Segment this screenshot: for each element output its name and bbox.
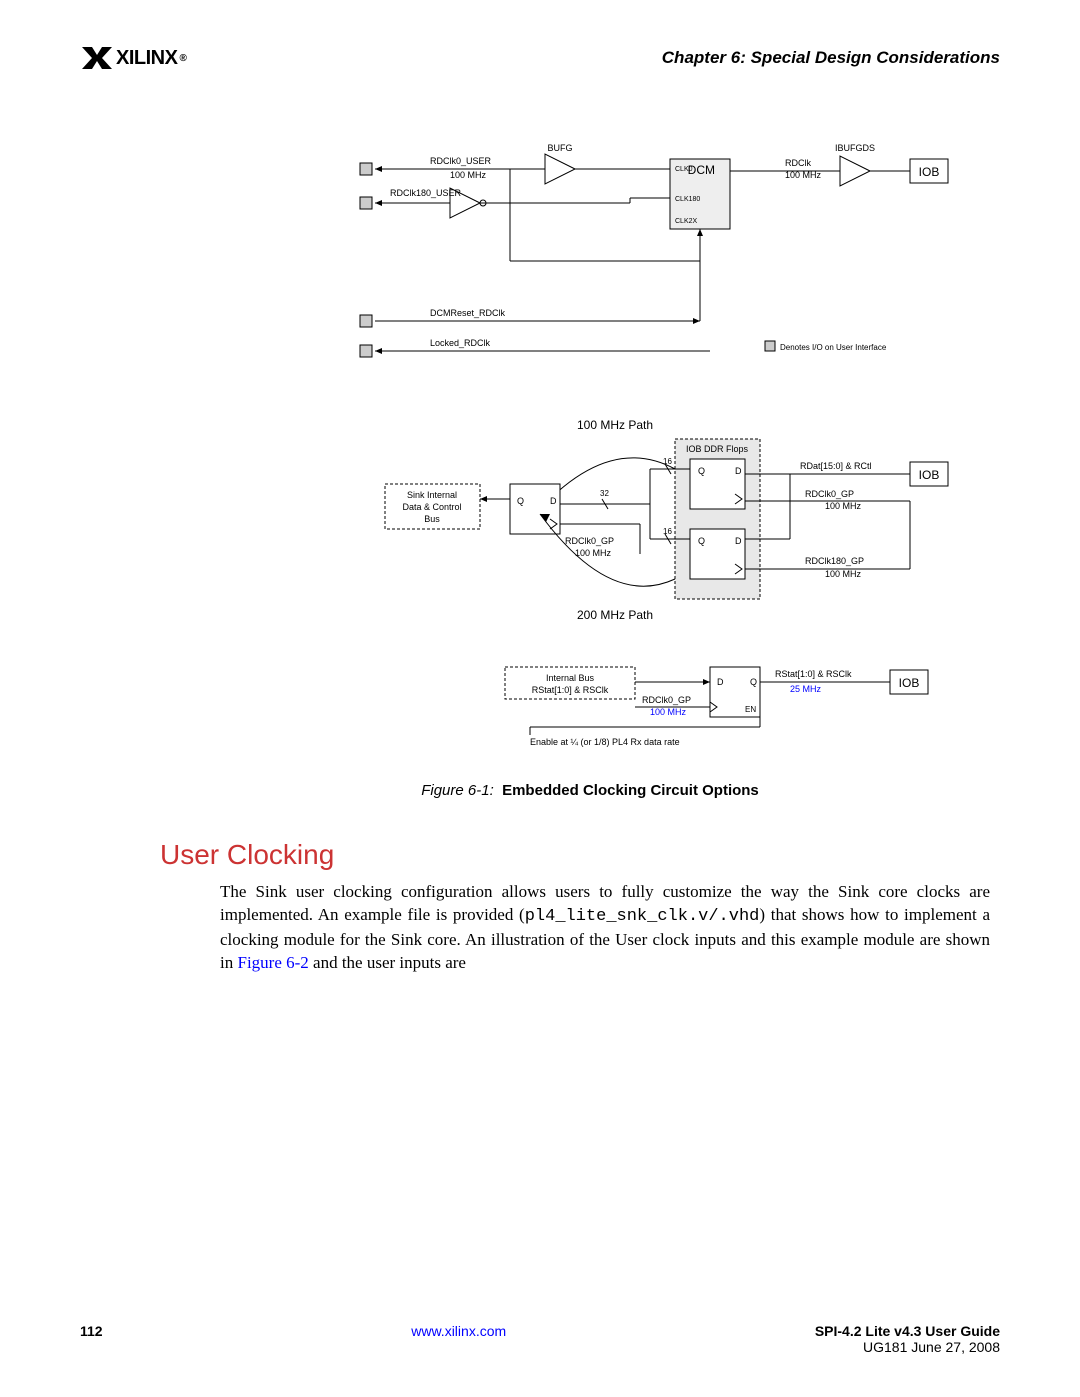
freq100-b: 100 MHz [650,707,687,717]
d-label-3: D [550,496,557,506]
q-label-2: Q [698,536,705,546]
sink-line2: Data & Control [402,502,461,512]
freq25: 25 MHz [790,684,822,694]
registered-mark: ® [179,53,186,64]
n32: 32 [600,489,609,498]
clk2x-label: CLK2X [675,218,698,225]
freq100-3: 100 MHz [575,548,612,558]
iob-label-2: IOB [919,468,940,482]
freq100-2: 100 MHz [825,569,862,579]
figure-diagram-3: Internal Bus RStat[1:0] & RSClk D Q EN R… [180,657,1000,762]
internal-l2: RStat[1:0] & RSClk [532,685,609,695]
rdclk180-user: RDClk180_USER [390,188,462,198]
iob-label-3: IOB [899,676,920,690]
q-label-1: Q [698,466,705,476]
figure-label: Figure 6-1: [421,782,494,799]
footer-url[interactable]: www.xilinx.com [411,1323,506,1339]
ibufgds-label: IBUFGDS [835,143,875,153]
body-text-3: and the user inputs are [309,953,466,972]
n16-1: 16 [663,457,672,466]
rdclk0gp-2: RDClk0_GP [565,536,614,546]
d-label-4: D [717,677,724,687]
body-paragraph: The Sink user clocking configuration all… [220,881,990,975]
n16-2: 16 [663,527,672,536]
en-label: EN [745,705,756,714]
page-footer: 112 www.xilinx.com SPI-4.2 Lite v4.3 Use… [80,1323,1000,1355]
chapter-title: Chapter 6: Special Design Considerations [662,48,1000,68]
internal-l1: Internal Bus [546,673,595,683]
bufg-label: BUFG [547,143,572,153]
q-label-3: Q [517,496,524,506]
path200-label: 200 MHz Path [577,608,653,622]
locked: Locked_RDClk [430,338,491,348]
d-label-2: D [735,536,742,546]
xilinx-logo: XILINX ® [80,45,186,71]
xilinx-x-icon [80,45,114,71]
iob-ddr-label: IOB DDR Flops [686,444,749,454]
legend-text: Denotes I/O on User Interface [780,343,887,352]
q-label-4: Q [750,677,757,687]
chapter-name: Special Design Considerations [751,48,1000,67]
page-number: 112 [80,1323,103,1339]
iob-label: IOB [919,165,940,179]
figure-diagram-1: IOB IBUFGDS RDClk 100 MHz DCM CLK0 CLK18… [180,141,1000,406]
page-header: XILINX ® Chapter 6: Special Design Consi… [80,45,1000,71]
rdclk0gp-1: RDClk0_GP [805,489,854,499]
logo-text: XILINX [116,47,177,70]
code-filename: pl4_lite_snk_clk.v/.vhd [525,907,760,926]
section-heading: User Clocking [160,839,1000,871]
rdat-label: RDat[15:0] & RCtl [800,461,872,471]
rdclk-freq: 100 MHz [785,170,822,180]
rdclk0-user-freq: 100 MHz [450,170,487,180]
rdclk180gp: RDClk180_GP [805,556,864,566]
clk0-label: CLK0 [675,166,693,173]
rdclk0-user: RDClk0_USER [430,156,492,166]
enable-rate: Enable at ¼ (or 1/8) PL4 Rx data rate [530,737,680,747]
figure-title: Embedded Clocking Circuit Options [502,782,759,799]
rdclk0gp-3: RDClk0_GP [642,695,691,705]
dcmreset: DCMReset_RDClk [430,308,506,318]
d-label-1: D [735,466,742,476]
figure-ref-link[interactable]: Figure 6-2 [237,953,308,972]
guide-subtitle: UG181 June 27, 2008 [815,1339,1000,1355]
figure-diagram-2: 100 MHz Path IOB DDR Flops Q D Q D IOB [180,414,1000,649]
path100-label: 100 MHz Path [577,418,653,432]
chapter-label: Chapter 6: [662,48,746,67]
clk180-label: CLK180 [675,196,700,203]
sink-line3: Bus [424,514,440,524]
guide-title: SPI-4.2 Lite v4.3 User Guide [815,1323,1000,1339]
freq100-1: 100 MHz [825,501,862,511]
sink-line1: Sink Internal [407,490,457,500]
rstat-label: RStat[1:0] & RSClk [775,669,852,679]
figure-caption: Figure 6-1: Embedded Clocking Circuit Op… [180,782,1000,799]
rdclk-label: RDClk [785,158,811,168]
